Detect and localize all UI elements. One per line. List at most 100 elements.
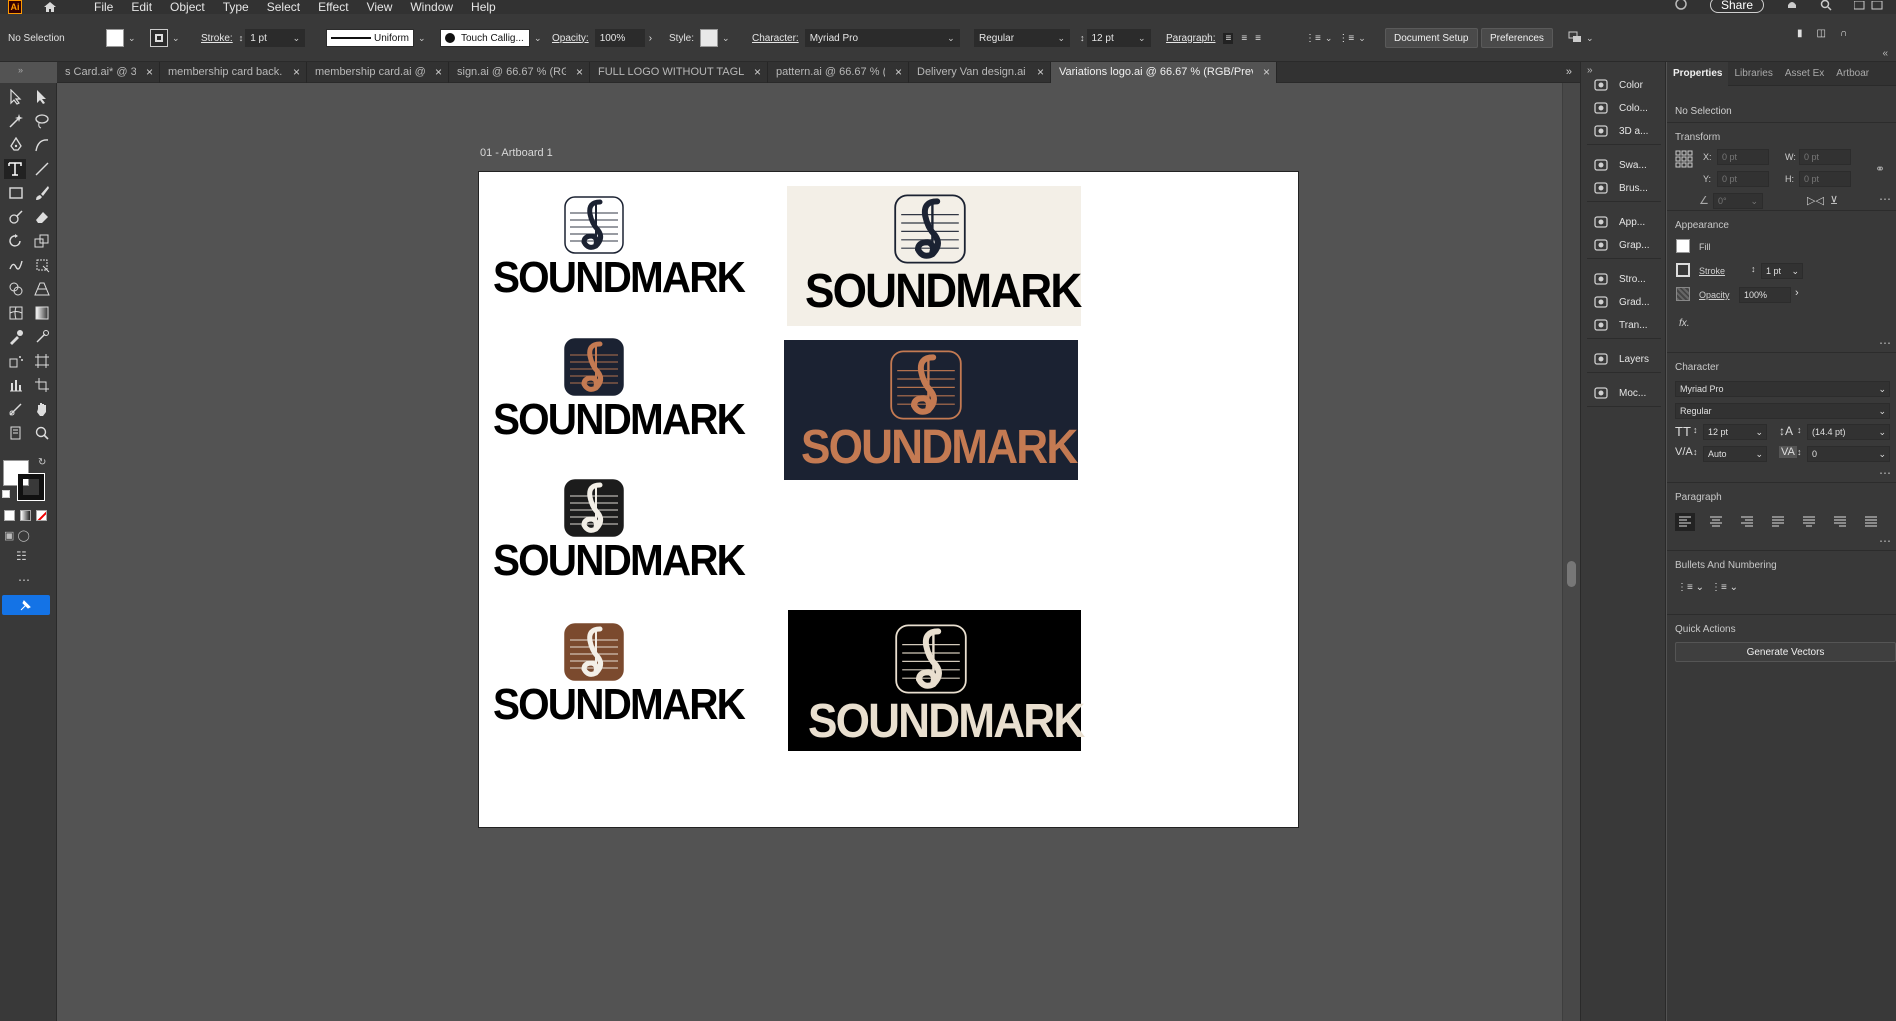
none-mode-icon[interactable] — [36, 510, 47, 521]
rotate-input[interactable]: 0° ⌄ — [1713, 193, 1763, 209]
pin-icon[interactable]: ▮ — [1797, 28, 1803, 39]
font-family-dropdown[interactable]: Myriad Pro ⌄ — [804, 29, 960, 47]
free-transform-tool-icon[interactable] — [32, 255, 52, 275]
panel-button[interactable]: Brus... — [1581, 177, 1667, 199]
close-tab-icon[interactable]: × — [576, 65, 583, 79]
opacity-input[interactable]: 100% — [1739, 287, 1791, 303]
selection-tool-icon[interactable] — [6, 87, 26, 107]
reference-point-icon[interactable] — [1675, 150, 1693, 171]
tab-libraries[interactable]: Libraries — [1728, 62, 1778, 86]
logo-variant-navy-bg[interactable]: SOUNDMARK — [784, 340, 1078, 480]
kerning-stepper-icon[interactable]: ↕ — [1693, 447, 1698, 457]
panel-toggle-icon[interactable]: ◫ — [1817, 28, 1826, 39]
menu-edit[interactable]: Edit — [131, 0, 152, 14]
document-tab[interactable]: Delivery Van design.ai ... × — [909, 61, 1051, 83]
chevron-right-icon[interactable]: › — [1795, 287, 1799, 299]
direct-selection-tool-icon[interactable] — [32, 87, 52, 107]
logo-variant-white[interactable]: SOUNDMARK — [493, 196, 746, 300]
chevron-down-icon[interactable]: ⌄ — [1878, 427, 1886, 438]
brush-definition[interactable]: Touch Callig... ⌄ — [440, 28, 542, 48]
menu-select[interactable]: Select — [267, 0, 300, 14]
opacity-label[interactable]: Opacity: — [552, 33, 589, 44]
stroke-stepper-icon[interactable]: ↕ — [239, 33, 244, 43]
generate-vectors-button[interactable]: Generate Vectors — [1675, 642, 1896, 662]
justify-all-icon[interactable] — [1861, 513, 1881, 531]
stroke-label[interactable]: Stroke — [1699, 266, 1725, 276]
scissors-tool-icon[interactable] — [6, 399, 26, 419]
collapse-right-icon[interactable]: « — [1882, 48, 1888, 59]
chevron-down-icon[interactable]: ⌄ — [722, 33, 730, 44]
swap-colors-icon[interactable]: ↻ — [38, 457, 46, 468]
font-family-dropdown[interactable]: Myriad Pro ⌄ — [1675, 381, 1890, 397]
panel-button[interactable]: App... — [1581, 211, 1667, 233]
curvature-tool-icon[interactable] — [32, 135, 52, 155]
chevron-down-icon[interactable]: ⌄ — [1755, 449, 1763, 460]
align-right-icon[interactable]: ≡ — [1255, 33, 1261, 44]
line-segment-tool-icon[interactable] — [32, 159, 52, 179]
scrollbar-thumb[interactable] — [1567, 561, 1576, 587]
panel-button[interactable]: Moc... — [1581, 382, 1667, 404]
chevron-down-icon[interactable]: ⌄ — [1755, 427, 1763, 438]
panel-button[interactable]: Colo... — [1581, 97, 1667, 119]
logo-variant-black-mark[interactable]: SOUNDMARK — [493, 479, 746, 583]
chevron-down-icon[interactable]: ⌄ — [1586, 33, 1594, 44]
tab-asset-export[interactable]: Asset Ex — [1779, 62, 1830, 86]
menu-help[interactable]: Help — [471, 0, 496, 14]
document-tab[interactable]: s Card.ai* @ 300 ... × — [57, 61, 160, 83]
font-size-input[interactable]: 12 pt ⌄ — [1703, 424, 1767, 440]
logo-variant-cream-bg[interactable]: SOUNDMARK — [787, 186, 1082, 326]
align-center-icon[interactable] — [1706, 513, 1726, 531]
warp-tool-icon[interactable] — [6, 255, 26, 275]
rotate-view-tool-icon[interactable] — [6, 423, 26, 443]
opacity-label[interactable]: Opacity — [1699, 290, 1730, 300]
close-tab-icon[interactable]: × — [1037, 65, 1044, 79]
artboard[interactable]: SOUNDMARK SOUNDMARK SOUNDMARK SOUNDMARK SOUN… — [478, 171, 1299, 828]
x-input[interactable]: 0 pt — [1717, 149, 1769, 165]
hand-tool-icon[interactable] — [32, 399, 52, 419]
menu-type[interactable]: Type — [223, 0, 249, 14]
tracking-stepper-icon[interactable]: ↕ — [1797, 447, 1802, 457]
constrain-proportions-icon[interactable]: ⚭ — [1875, 162, 1885, 176]
gradient-tool-icon[interactable] — [32, 303, 52, 323]
bell-icon[interactable] — [1786, 0, 1798, 15]
opacity-input[interactable]: 100% — [594, 29, 645, 47]
shape-builder-tool-icon[interactable] — [6, 279, 26, 299]
close-tab-icon[interactable]: × — [435, 65, 442, 79]
edit-toolbar-icon[interactable]: ⋯ — [18, 573, 31, 587]
leading-stepper-icon[interactable]: ↕ — [1797, 425, 1802, 435]
canvas-area[interactable]: 01 - Artboard 1 SOUNDMARK SOUNDMARK SOUNDM… — [57, 83, 1580, 1021]
chevron-down-icon[interactable]: ⌄ — [293, 33, 301, 44]
eraser-tool-icon[interactable] — [32, 207, 52, 227]
type-tool-icon[interactable] — [4, 159, 26, 179]
magnet-icon[interactable]: ∩ — [1840, 28, 1847, 39]
artboard-label[interactable]: 01 - Artboard 1 — [480, 147, 553, 159]
chevron-right-icon[interactable]: › — [649, 33, 652, 44]
perspective-grid-tool-icon[interactable] — [32, 279, 52, 299]
close-tab-icon[interactable]: × — [146, 65, 153, 79]
panel-button[interactable]: Stro... — [1581, 268, 1667, 290]
close-tab-icon[interactable]: × — [754, 65, 761, 79]
document-tab[interactable]: FULL LOGO WITHOUT TAGLINE.ai* × — [590, 61, 768, 83]
scale-tool-icon[interactable] — [32, 231, 52, 251]
stroke-swatch[interactable] — [1676, 263, 1690, 277]
justify-right-icon[interactable] — [1830, 513, 1850, 531]
menu-object[interactable]: Object — [170, 0, 205, 14]
document-tab[interactable]: sign.ai @ 66.67 % (RGB/... × — [449, 61, 590, 83]
draw-mode-icon[interactable]: ▣ ◯ — [4, 529, 30, 542]
kerning-input[interactable]: Auto ⌄ — [1703, 446, 1767, 462]
align-left-icon[interactable] — [1675, 513, 1695, 531]
rectangle-tool-icon[interactable] — [6, 183, 26, 203]
lasso-tool-icon[interactable] — [32, 111, 52, 131]
menu-view[interactable]: View — [367, 0, 393, 14]
bullets-icon[interactable]: ⋮≡ — [1305, 33, 1321, 44]
numbered-list-icon[interactable]: ⋮≡ ⌄ — [1711, 582, 1738, 593]
font-size-stepper-icon[interactable]: ↕ — [1080, 33, 1085, 43]
font-size-input[interactable]: 12 pt ⌄ — [1086, 29, 1151, 47]
character-label[interactable]: Character: — [752, 33, 799, 44]
gradient-mode-icon[interactable] — [20, 510, 31, 521]
chevron-down-icon[interactable]: ⌄ — [947, 33, 955, 44]
panel-button[interactable]: Tran... — [1581, 314, 1667, 336]
symbol-sprayer-tool-icon[interactable] — [6, 351, 26, 371]
chevron-down-icon[interactable]: ⌄ — [1358, 33, 1366, 44]
panel-button[interactable]: Grap... — [1581, 234, 1667, 256]
